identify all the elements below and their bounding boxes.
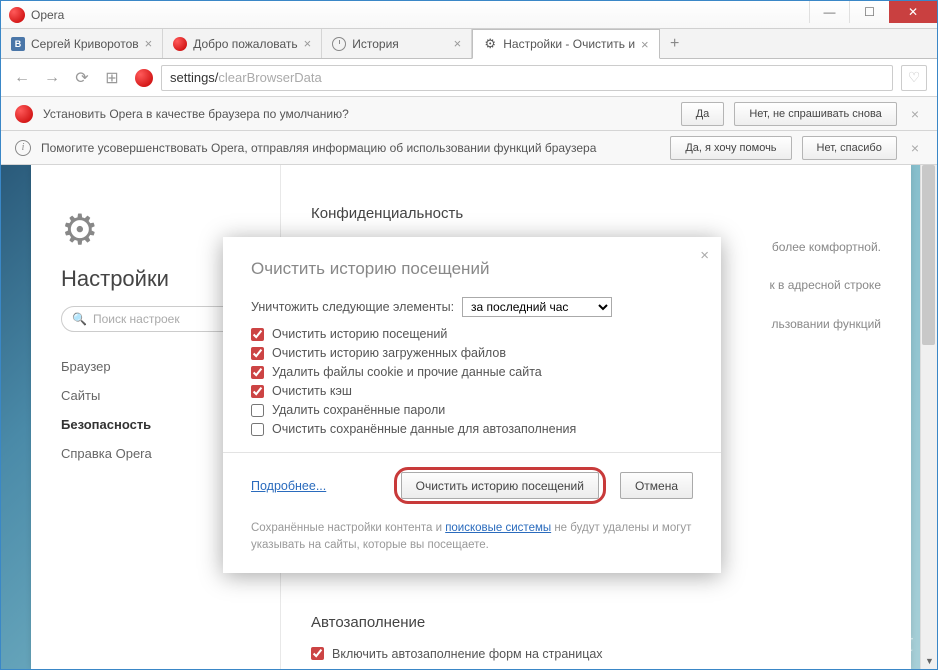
dialog-check-label: Очистить историю посещений [272, 327, 447, 341]
address-prefix: settings/ [170, 70, 218, 85]
default-browser-infobar: Установить Opera в качестве браузера по … [1, 97, 937, 131]
titlebar: Opera — ☐ ✕ [1, 1, 937, 29]
divider [223, 452, 721, 453]
opera-icon [173, 37, 187, 51]
dialog-check-row[interactable]: Очистить сохранённые данные для автозапо… [251, 422, 693, 436]
highlight-ring: Очистить историю посещений [394, 467, 606, 504]
tab-label: Добро пожаловать [193, 37, 297, 51]
tab-close-icon[interactable]: × [454, 36, 462, 51]
dialog-checkbox[interactable] [251, 385, 264, 398]
dialog-title: Очистить историю посещений [251, 259, 693, 279]
confirm-clear-button[interactable]: Очистить историю посещений [401, 472, 599, 499]
close-button[interactable]: ✕ [889, 1, 937, 23]
speed-dial-button[interactable]: ⊞ [101, 67, 123, 89]
time-range-select[interactable]: за последний час [462, 297, 612, 317]
telemetry-infobar: i Помогите усовершенствовать Opera, отпр… [1, 131, 937, 165]
destroy-label: Уничтожить следующие элементы: [251, 300, 454, 314]
dialog-check-row[interactable]: Очистить кэш [251, 384, 693, 398]
dialog-close-icon[interactable]: × [700, 247, 709, 264]
forward-button[interactable]: → [41, 67, 63, 89]
dialog-checkbox[interactable] [251, 347, 264, 360]
dialog-check-label: Удалить файлы cookie и прочие данные сай… [272, 365, 542, 379]
dialog-check-label: Очистить сохранённые данные для автозапо… [272, 422, 576, 436]
scrollbar-thumb[interactable] [922, 165, 935, 345]
infobar-message: Помогите усовершенствовать Opera, отправ… [41, 141, 660, 155]
address-suffix: clearBrowserData [218, 70, 321, 85]
bookmark-button[interactable]: ♡ [901, 65, 927, 91]
infobar-yes-button[interactable]: Да [681, 102, 725, 126]
infobar-message: Установить Opera в качестве браузера по … [43, 107, 671, 121]
dialog-check-row[interactable]: Очистить историю загруженных файлов [251, 346, 693, 360]
info-icon: i [15, 140, 31, 156]
tab-close-icon[interactable]: × [641, 37, 649, 52]
tab-welcome[interactable]: Добро пожаловать × [163, 29, 322, 58]
dialog-check-row[interactable]: Очистить историю посещений [251, 327, 693, 341]
dialog-checkbox[interactable] [251, 328, 264, 341]
dialog-backdrop: × Очистить историю посещений Уничтожить … [1, 165, 920, 669]
minimize-button[interactable]: — [809, 1, 849, 23]
tab-label: История [352, 37, 399, 51]
dialog-check-label: Очистить историю загруженных файлов [272, 346, 506, 360]
opera-icon [9, 7, 25, 23]
dialog-checkbox[interactable] [251, 423, 264, 436]
dialog-check-label: Удалить сохранённые пароли [272, 403, 445, 417]
window-controls: — ☐ ✕ [809, 1, 937, 23]
dialog-check-row[interactable]: Удалить сохранённые пароли [251, 403, 693, 417]
content-area: ⚙ Настройки 🔍 Поиск настроек Браузер Сай… [1, 165, 937, 669]
history-icon [332, 37, 346, 51]
tab-label: Настройки - Очистить и [503, 37, 635, 51]
clear-data-dialog: × Очистить историю посещений Уничтожить … [223, 237, 721, 573]
infobar-no-button[interactable]: Нет, не спрашивать снова [734, 102, 897, 126]
vertical-scrollbar[interactable]: ▲ ▼ [920, 165, 937, 669]
window-title: Opera [31, 8, 64, 22]
opera-icon [15, 105, 33, 123]
infobar-close-icon[interactable]: × [907, 140, 923, 156]
more-link[interactable]: Подробнее... [251, 479, 326, 493]
gear-icon: ⚙ [483, 37, 497, 51]
tab-history[interactable]: История × [322, 29, 472, 58]
time-range-row: Уничтожить следующие элементы: за послед… [251, 297, 693, 317]
back-button[interactable]: ← [11, 67, 33, 89]
vk-icon: B [11, 37, 25, 51]
search-engines-link[interactable]: поисковые системы [445, 522, 551, 534]
tab-vk[interactable]: B Сергей Криворотов × [1, 29, 163, 58]
dialog-actions: Подробнее... Очистить историю посещений … [251, 467, 693, 504]
toolbar: ← → ⟳ ⊞ settings/clearBrowserData ♡ [1, 59, 937, 97]
tab-settings[interactable]: ⚙ Настройки - Очистить и × [472, 29, 659, 59]
scroll-down-icon[interactable]: ▼ [921, 652, 937, 669]
tab-strip: B Сергей Криворотов × Добро пожаловать ×… [1, 29, 937, 59]
tab-label: Сергей Криворотов [31, 37, 139, 51]
cancel-button[interactable]: Отмена [620, 472, 693, 499]
infobar-close-icon[interactable]: × [907, 106, 923, 122]
infobar-no-button[interactable]: Нет, спасибо [802, 136, 897, 160]
dialog-check-label: Очистить кэш [272, 384, 352, 398]
tab-close-icon[interactable]: × [304, 36, 312, 51]
dialog-footer: Сохранённые настройки контента и поисков… [251, 520, 693, 555]
opera-icon [135, 69, 153, 87]
dialog-checkbox[interactable] [251, 404, 264, 417]
dialog-checkbox[interactable] [251, 366, 264, 379]
infobar-yes-button[interactable]: Да, я хочу помочь [670, 136, 791, 160]
dialog-check-row[interactable]: Удалить файлы cookie и прочие данные сай… [251, 365, 693, 379]
maximize-button[interactable]: ☐ [849, 1, 889, 23]
reload-button[interactable]: ⟳ [71, 67, 93, 89]
address-bar[interactable]: settings/clearBrowserData [161, 65, 893, 91]
tab-close-icon[interactable]: × [145, 36, 153, 51]
new-tab-button[interactable]: + [660, 29, 690, 58]
